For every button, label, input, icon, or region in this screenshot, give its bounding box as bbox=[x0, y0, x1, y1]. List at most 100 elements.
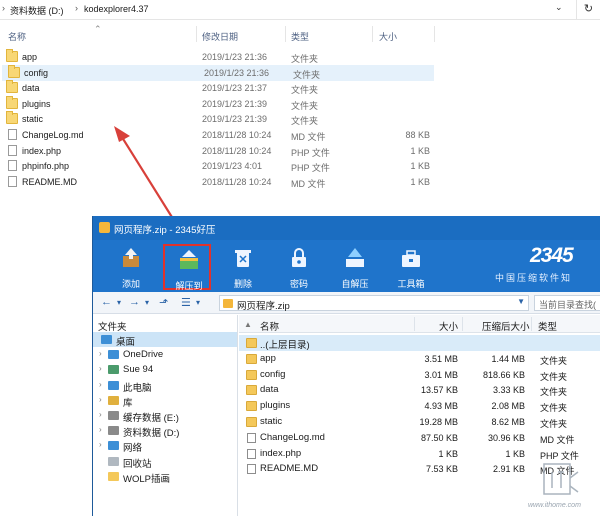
folder-icon bbox=[246, 353, 257, 364]
expand-arrow-icon[interactable]: › bbox=[99, 440, 102, 449]
column-size[interactable]: 大小 bbox=[379, 30, 397, 43]
breadcrumb-drive[interactable]: 资料数据 (D:) bbox=[10, 4, 64, 17]
chevron-down-icon[interactable]: ▼ bbox=[517, 297, 525, 306]
archive-item-compressed-size: 818.66 KB bbox=[482, 369, 525, 380]
expand-arrow-icon[interactable]: › bbox=[99, 425, 102, 434]
tree-node[interactable]: › 网络 bbox=[93, 438, 237, 454]
toolbar-button-1[interactable]: 添加 bbox=[107, 244, 155, 290]
toolbar-button-6[interactable]: 工具箱 bbox=[387, 244, 435, 290]
toolbar-button-5[interactable]: 自解压 bbox=[331, 244, 379, 290]
path-value: 网页程序.zip bbox=[237, 301, 290, 312]
column-date[interactable]: 修改日期 bbox=[202, 30, 238, 43]
list-header: ▲ 名称 大小 压缩后大小 类型 bbox=[239, 315, 600, 333]
column-size[interactable]: 大小 bbox=[439, 319, 458, 333]
file-icon bbox=[8, 144, 17, 156]
archive-item-name: README.MD bbox=[260, 463, 319, 475]
archive-row[interactable]: app 3.51 MB 1.44 MB 文件夹 bbox=[239, 351, 600, 367]
file-icon bbox=[247, 464, 256, 475]
toolbar-button-4[interactable]: 密码 bbox=[275, 244, 323, 290]
brand-slogan: 中国压缩软件知 bbox=[495, 274, 573, 284]
archive-row[interactable]: plugins 4.93 MB 2.08 MB 文件夹 bbox=[239, 398, 600, 414]
column-type[interactable]: 类型 bbox=[538, 319, 557, 333]
file-row[interactable]: config 2019/1/23 21:36 文件夹 bbox=[2, 64, 434, 81]
file-size: 1 KB bbox=[410, 176, 430, 187]
file-row[interactable]: ChangeLog.md 2018/11/28 10:24 MD 文件 88 KB bbox=[0, 127, 600, 143]
tree-node[interactable]: › 缓存数据 (E:) bbox=[93, 408, 237, 424]
back-arrow-icon[interactable]: ← bbox=[101, 296, 112, 308]
file-name: app bbox=[22, 52, 38, 62]
file-type: 文件夹 bbox=[291, 116, 319, 127]
cloud-icon bbox=[108, 350, 119, 360]
archive-row[interactable]: static 19.28 MB 8.62 MB 文件夹 bbox=[239, 414, 600, 430]
column-divider[interactable] bbox=[462, 317, 463, 331]
column-name[interactable]: 名称 bbox=[8, 30, 26, 43]
file-row[interactable]: phpinfo.php 2019/1/23 4:01 PHP 文件 1 KB bbox=[0, 158, 600, 174]
file-row[interactable]: data 2019/1/23 21:37 文件夹 bbox=[0, 80, 600, 96]
toolbar-button-label: 删除 bbox=[233, 279, 252, 289]
archive-row[interactable]: config 3.01 MB 818.66 KB 文件夹 bbox=[239, 367, 600, 383]
chevron-down-icon[interactable]: ▾ bbox=[196, 298, 200, 307]
chevron-down-icon[interactable]: ▾ bbox=[117, 298, 121, 307]
archive-row[interactable]: ..(上层目录) bbox=[239, 335, 600, 351]
column-name[interactable]: 名称 bbox=[260, 319, 279, 333]
expand-arrow-icon[interactable]: › bbox=[99, 380, 102, 389]
title-bar[interactable]: 网页程序.zip - 2345好压 bbox=[93, 216, 600, 240]
column-divider[interactable] bbox=[285, 26, 286, 42]
folder-icon bbox=[6, 111, 18, 125]
file-name: README.MD bbox=[22, 176, 78, 187]
chevron-right-icon: › bbox=[75, 3, 78, 13]
toolbar-button-label: 密码 bbox=[289, 279, 308, 289]
archive-item-name: index.php bbox=[260, 447, 302, 459]
tree-node[interactable]: 回收站 bbox=[93, 454, 237, 470]
file-row[interactable]: README.MD 2018/11/28 10:24 MD 文件 1 KB bbox=[0, 174, 600, 190]
archive-item-name: ..(上层目录) bbox=[260, 340, 310, 351]
refresh-icon[interactable]: ↻ bbox=[576, 0, 600, 20]
chevron-down-icon[interactable]: ▾ bbox=[145, 298, 149, 307]
toolbar-button-label: 自解压 bbox=[341, 279, 369, 289]
breadcrumb-folder[interactable]: kodexplorer4.37 bbox=[84, 4, 149, 14]
file-row[interactable]: plugins 2019/1/23 21:39 文件夹 bbox=[0, 95, 600, 112]
explorer-window: › 资料数据 (D:) › kodexplorer4.37 ⌄ ↻ ⌃ 名称 修… bbox=[0, 0, 600, 230]
view-list-icon[interactable]: ☰ bbox=[181, 296, 191, 309]
up-folder-icon[interactable]: ⬏ bbox=[159, 296, 168, 309]
address-bar[interactable]: › 资料数据 (D:) › kodexplorer4.37 ⌄ ↻ bbox=[0, 0, 600, 20]
column-divider[interactable] bbox=[531, 317, 532, 331]
expand-arrow-icon[interactable]: › bbox=[99, 395, 102, 404]
file-row[interactable]: app 2019/1/23 21:36 文件夹 bbox=[0, 49, 600, 65]
path-field[interactable]: 网页程序.zip ▼ bbox=[219, 295, 529, 312]
folder-icon bbox=[6, 80, 18, 94]
file-row[interactable]: index.php 2018/11/28 10:24 PHP 文件 1 KB bbox=[0, 143, 600, 159]
tree-node[interactable]: 桌面 bbox=[93, 332, 237, 348]
column-divider[interactable] bbox=[196, 26, 197, 42]
expand-arrow-icon[interactable]: › bbox=[99, 410, 102, 419]
expand-arrow-icon[interactable]: › bbox=[99, 364, 102, 373]
chevron-down-icon[interactable]: ⌄ bbox=[555, 2, 563, 13]
tree-node[interactable]: › 此电脑 bbox=[93, 378, 237, 394]
tree-node[interactable]: WOLP插画 bbox=[93, 469, 237, 485]
tree-node[interactable]: › 资料数据 (D:) bbox=[93, 423, 237, 439]
column-compressed-size[interactable]: 压缩后大小 bbox=[482, 319, 530, 333]
watermark-logo: www.ithome.com bbox=[528, 458, 600, 516]
file-row[interactable]: static 2019/1/23 21:39 文件夹 bbox=[0, 111, 600, 127]
tree-node-label: 库 bbox=[123, 397, 133, 409]
tree-node[interactable]: › OneDrive bbox=[93, 347, 237, 362]
search-input[interactable]: 当前目录查找( bbox=[534, 295, 600, 311]
expand-arrow-icon[interactable]: › bbox=[99, 349, 102, 358]
forward-arrow-icon[interactable]: → bbox=[129, 296, 140, 308]
drive-icon bbox=[108, 411, 119, 420]
archive-item-compressed-size: 8.62 MB bbox=[491, 417, 525, 427]
column-divider[interactable] bbox=[414, 317, 415, 331]
archive-item-size: 7.53 KB bbox=[425, 464, 458, 475]
tree-node[interactable]: › Sue 94 bbox=[93, 362, 237, 377]
archive-row[interactable]: data 13.57 KB 3.33 KB 文件夹 bbox=[239, 382, 600, 398]
toolbar-button-3[interactable]: 删除 bbox=[219, 244, 267, 290]
toolbar-button-2[interactable]: 解压到 bbox=[163, 244, 211, 291]
archive-item-compressed-size: 2.91 KB bbox=[492, 464, 525, 475]
column-type[interactable]: 类型 bbox=[291, 30, 309, 43]
column-divider[interactable] bbox=[434, 26, 435, 42]
tree-node[interactable]: › 库 bbox=[93, 393, 237, 409]
tree-node-label: 缓存数据 (E:) bbox=[123, 413, 179, 424]
archive-item-size: 87.50 KB bbox=[420, 432, 458, 443]
archive-row[interactable]: ChangeLog.md 87.50 KB 30.96 KB MD 文件 bbox=[239, 430, 600, 446]
column-divider[interactable] bbox=[372, 26, 373, 42]
